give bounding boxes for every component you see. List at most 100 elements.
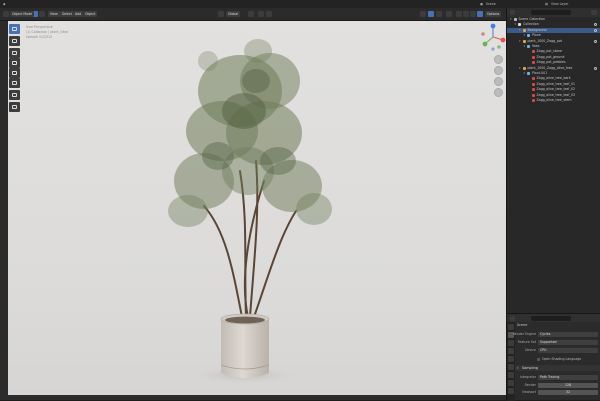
expand-arrow-icon[interactable]: ▾	[515, 22, 517, 27]
object-tab-icon[interactable]	[508, 372, 514, 378]
menu-select[interactable]: Select	[60, 11, 74, 17]
expand-arrow-icon[interactable]: ▾	[510, 17, 512, 22]
outliner-item[interactable]: Zagg_olive_tree_leaf_01	[507, 82, 600, 87]
annotate-tool-button[interactable]	[9, 90, 20, 100]
outliner-item-label: Zagg_olive_tree_leaf_02	[536, 87, 576, 92]
outliner-item[interactable]: ▾ Plant.001	[507, 71, 600, 76]
3d-viewport[interactable]	[8, 21, 506, 395]
property-label: Render Engine	[512, 332, 536, 336]
shading-wireframe-icon[interactable]	[456, 11, 462, 17]
outliner-item[interactable]: ▾ Vase	[507, 44, 600, 49]
outliner-item-label: Zagg_olive_tree_leaf_01	[536, 81, 576, 86]
shading-solid-icon[interactable]	[463, 11, 469, 17]
sampling-section-header[interactable]: ▾ Sampling	[515, 365, 600, 371]
outliner-item[interactable]: ▾ Plane	[507, 33, 600, 38]
outliner-item[interactable]: Zagg_pot_stone	[507, 49, 600, 54]
expand-arrow-icon[interactable]: ▾	[524, 71, 526, 76]
outliner-item[interactable]: Zagg_olive_tree_bark	[507, 76, 600, 81]
transform-orientation-selector[interactable]: Global	[226, 11, 241, 17]
snap-icon[interactable]	[258, 11, 264, 17]
outliner-item[interactable]: ▾ Collection	[507, 22, 600, 27]
scale-tool-button[interactable]	[9, 68, 20, 78]
outliner-item[interactable]: Zagg_olive_tree_stem	[507, 98, 600, 103]
timeline-strip[interactable]	[0, 395, 506, 400]
outliner-search-input[interactable]	[531, 10, 571, 15]
transform-orientation-icon[interactable]	[218, 11, 224, 17]
shading-rendered-icon[interactable]	[477, 11, 483, 17]
visibility-eye-icon[interactable]	[594, 23, 597, 27]
outliner-item[interactable]: Zagg_olive_tree_leaf_03	[507, 93, 600, 98]
zoom-icon[interactable]	[494, 55, 503, 64]
move-tool-button[interactable]	[9, 48, 20, 58]
visibility-icon[interactable]	[420, 11, 426, 17]
pivot-point-icon[interactable]	[248, 11, 254, 17]
transform-tool-button[interactable]	[9, 78, 20, 88]
property-field[interactable]: CPU	[538, 347, 598, 353]
material-icon	[531, 88, 535, 92]
material-tab-icon[interactable]	[508, 388, 514, 394]
properties-editor-icon[interactable]	[510, 315, 515, 321]
xray-icon[interactable]	[446, 11, 452, 17]
visibility-eye-icon[interactable]	[594, 28, 597, 32]
mode-selector[interactable]: Object Mode	[10, 11, 35, 17]
property-row: Device CPU	[517, 347, 599, 353]
outliner-item[interactable]: Zagg_olive_tree_leaf_02	[507, 87, 600, 92]
outliner-editor-icon[interactable]	[510, 10, 515, 15]
view-layer-tab-icon[interactable]	[508, 348, 514, 354]
expand-arrow-icon[interactable]: ▾	[519, 28, 521, 33]
menu-view[interactable]: View	[48, 11, 60, 17]
expand-arrow-icon[interactable]: ▾	[519, 66, 521, 71]
camera-view-icon[interactable]	[494, 77, 503, 86]
options-menu[interactable]: Options	[485, 11, 502, 17]
proportional-edit-icon[interactable]	[266, 11, 272, 17]
osl-checkbox[interactable]	[537, 357, 540, 361]
tool-tab-icon[interactable]	[508, 324, 514, 330]
expand-arrow-icon[interactable]: ▾	[524, 33, 526, 38]
menu-object[interactable]: Object	[83, 11, 98, 17]
scene-selector[interactable]: Scene	[486, 1, 496, 7]
perspective-toggle-icon[interactable]	[494, 88, 503, 97]
outliner-item[interactable]: Zagg_pot_ground	[507, 55, 600, 60]
visibility-eye-icon[interactable]	[594, 39, 597, 43]
scene-tab-icon[interactable]	[508, 356, 514, 362]
shading-material-icon[interactable]	[470, 11, 476, 17]
filter-icon[interactable]	[591, 10, 597, 15]
measure-tool-button[interactable]	[9, 102, 20, 112]
outliner-item[interactable]: ▾ plant_1000_Zagg_olive_tree	[507, 66, 600, 71]
object-icon	[522, 28, 526, 32]
property-row: Render Engine Cycles	[513, 331, 599, 337]
select-tool-button[interactable]	[9, 24, 20, 34]
editor-type-icon[interactable]	[3, 11, 9, 17]
cursor-tool-button[interactable]	[9, 36, 20, 46]
properties-search-input[interactable]	[531, 315, 571, 321]
view-layer-selector[interactable]: View Layer	[551, 1, 568, 7]
menu-add[interactable]: Add	[73, 11, 84, 17]
navigation-gizmo[interactable]	[478, 22, 508, 52]
outliner-item[interactable]: Zagg_pot_pebbles	[507, 60, 600, 65]
outliner-item[interactable]: ▾ Background	[507, 27, 600, 33]
expand-arrow-icon[interactable]: ▾	[524, 44, 526, 49]
outliner-item[interactable]: ▾ Scene Collection	[507, 17, 600, 22]
outliner-item[interactable]: ▾ plant_1000_Zagg_pot	[507, 39, 600, 44]
outliner-panel: ▾ Scene Collection ▾ Collection ▾ Background ▾…	[506, 8, 600, 313]
overlays-icon[interactable]	[436, 11, 442, 17]
outliner-item-label: Zagg_pot_pebbles	[536, 60, 566, 65]
viewport-samples-field[interactable]: 32	[538, 389, 598, 395]
select-extend-icon[interactable]	[39, 11, 45, 17]
rotate-tool-button[interactable]	[9, 58, 20, 68]
expand-arrow-icon[interactable]: ▾	[519, 39, 521, 44]
pan-hand-icon[interactable]	[494, 66, 503, 75]
outliner-item-label: Plant.001	[532, 71, 548, 75]
visibility-eye-icon[interactable]	[594, 66, 597, 70]
modifier-tab-icon[interactable]	[508, 380, 514, 386]
blender-logo-icon[interactable]: ◆	[3, 1, 5, 7]
viewport-overlay-text: User Perspective (1) Collection | plant_…	[26, 25, 68, 40]
material-icon	[531, 77, 535, 81]
gizmo-toggle-icon[interactable]	[428, 11, 434, 17]
output-tab-icon[interactable]	[508, 340, 514, 346]
render-samples-field[interactable]: 128	[538, 382, 598, 388]
world-tab-icon[interactable]	[508, 364, 514, 370]
property-field[interactable]: Supported	[538, 339, 598, 345]
property-field[interactable]: Cycles	[538, 331, 598, 337]
integrator-select[interactable]: Path Tracing	[538, 374, 598, 380]
